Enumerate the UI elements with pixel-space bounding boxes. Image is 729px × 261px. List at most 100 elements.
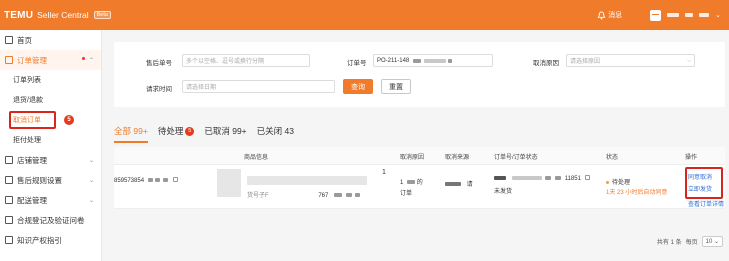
aftersale-id-cell: 859573854 (114, 177, 178, 184)
total-count: 共有 1 条 (656, 240, 682, 246)
request-time-datepicker[interactable]: 请选择日期 (182, 80, 335, 93)
app-name: Seller Central (37, 10, 89, 20)
brand-logo[interactable]: TEMU (4, 10, 33, 21)
redacted-text (555, 176, 562, 180)
ship-now-link[interactable]: 立即发货 (688, 184, 724, 193)
sidebar-item-ip-guide[interactable]: 知识产权指引 (0, 230, 101, 250)
product-thumbnail (217, 169, 241, 197)
sidebar-sub-returns[interactable]: 退货/退款 (0, 90, 101, 110)
order-number-cell: 11851 未发货 (494, 175, 590, 195)
sidebar-sub-chargeback[interactable]: 拒付处理 (0, 130, 101, 150)
sidebar-item-label: 知识产权指引 (17, 235, 62, 245)
redacted-text (334, 193, 343, 197)
copy-icon[interactable] (172, 177, 178, 182)
reason-text-line2: 订单 (400, 191, 413, 197)
chevron-down-icon: ⌵ (687, 57, 691, 64)
store-icon[interactable] (650, 9, 662, 21)
redacted-text (355, 193, 361, 197)
sidebar-item-label: 拒付处理 (13, 137, 41, 144)
top-bar: TEMU Seller Central Beta 消息 ⌄ (0, 0, 729, 30)
input-value: PO-211-148 (377, 57, 410, 64)
chevron-down-icon: ⌄ (88, 177, 94, 184)
sidebar-item-label: 售后规则设置 (17, 175, 62, 185)
column-header: 取消原因 (400, 155, 425, 161)
sidebar-item-label: 店铺管理 (17, 155, 47, 165)
notification-label: 消息 (608, 12, 623, 19)
redacted-text (494, 176, 506, 180)
ip-icon (5, 236, 13, 244)
tab-label: 全部 (114, 126, 132, 136)
sidebar-item-label: 首页 (17, 35, 32, 45)
order-id-input[interactable]: PO-211-148 (373, 54, 493, 67)
view-order-detail-link[interactable]: 查看订单详情 (688, 199, 724, 208)
product-id-label: 货号子F (247, 193, 269, 199)
sidebar: 首页 订单管理 ⌃ 订单列表 退货/退款 取消订单 5 拒付处理 店铺管理 ⌄ … (0, 30, 102, 261)
column-header: 状态 (606, 155, 619, 161)
home-icon (5, 36, 13, 44)
chevron-down-icon[interactable]: ⌄ (715, 11, 721, 19)
sidebar-item-compliance[interactable]: 合规登记及验证问卷 (0, 210, 101, 230)
order-number-suffix: 11851 (564, 176, 581, 182)
sidebar-item-label: 订单管理 (17, 55, 47, 65)
highlight-box (9, 111, 56, 129)
quantity: 1 (382, 169, 386, 176)
sidebar-sub-order-list[interactable]: 订单列表 (0, 70, 101, 90)
sidebar-item-aftersale-rules[interactable]: 售后规则设置 ⌄ (0, 170, 101, 190)
input-placeholder: 请选择日期 (186, 85, 217, 91)
tab-label: 已取消 (204, 126, 230, 136)
status-dot (606, 181, 609, 184)
aftersale-no-label: 售后单号 (146, 60, 172, 67)
main-content: 售后单号 多个以空格、逗号或换行分隔 订单号 PO-211-148 取消原因 请… (102, 30, 729, 261)
redacted-text (511, 176, 542, 180)
input-placeholder: 多个以空格、逗号或换行分隔 (186, 59, 265, 65)
tab-cancelled[interactable]: 已取消 99+ (204, 123, 246, 139)
tab-closed[interactable]: 已关闭 43 (257, 123, 294, 139)
page-size-value: 10 (705, 239, 713, 245)
sidebar-sub-cancel-orders[interactable]: 取消订单 5 (0, 110, 101, 130)
redacted-text (413, 58, 422, 63)
redacted-text (407, 180, 416, 184)
product-code: 767 (318, 193, 329, 199)
sidebar-item-order-management[interactable]: 订单管理 ⌃ (0, 50, 101, 70)
product-info-cell (217, 169, 241, 197)
reset-button[interactable]: 重置 (381, 79, 411, 94)
sidebar-item-home[interactable]: 首页 (0, 30, 101, 50)
redacted-text (163, 178, 169, 182)
reason-suffix: 的 (416, 180, 423, 186)
agree-cancel-link[interactable]: 同意取消 (688, 172, 724, 181)
operations-cell: 同意取消 立即发货 查看订单详情 (688, 172, 724, 208)
redacted-product-name (247, 176, 367, 185)
sidebar-item-label: 配送管理 (17, 195, 47, 205)
cancel-source-cell: 请 (445, 179, 473, 188)
redacted-text (448, 58, 453, 63)
chevron-down-icon: ⌄ (713, 239, 719, 245)
copy-icon[interactable] (584, 175, 590, 180)
search-button[interactable]: 查询 (343, 79, 373, 94)
count-badge: 5 (64, 115, 74, 125)
beta-badge: Beta (93, 11, 111, 19)
aftersale-icon (5, 176, 13, 184)
redacted-text (445, 182, 461, 186)
redacted-text (345, 193, 352, 197)
tab-pending[interactable]: 待处理 5 (158, 123, 195, 139)
product-details: 货号子F 767 (247, 176, 367, 199)
cancel-reason-select[interactable]: 请选择原因 ⌵ (566, 54, 695, 67)
aftersale-no-input[interactable]: 多个以空格、逗号或换行分隔 (182, 54, 310, 67)
count-badge: 5 (185, 126, 195, 136)
sidebar-item-delivery[interactable]: 配送管理 ⌄ (0, 190, 101, 210)
notification-button[interactable]: 消息 (597, 10, 622, 20)
filter-panel: 售后单号 多个以空格、逗号或换行分隔 订单号 PO-211-148 取消原因 请… (114, 42, 725, 107)
chevron-down-icon: ⌄ (88, 197, 94, 204)
column-header: 商品信息 (244, 155, 269, 161)
chevron-down-icon: ⌄ (88, 157, 94, 164)
sidebar-item-store[interactable]: 店铺管理 ⌄ (0, 150, 101, 170)
product-meta: 货号子F 767 (247, 190, 367, 199)
redacted-text (147, 178, 153, 182)
page-size-select[interactable]: 10 ⌄ (701, 236, 723, 247)
tab-all[interactable]: 全部 99+ (114, 123, 148, 143)
source-suffix: 请 (466, 182, 473, 188)
tab-count: 99+ (232, 126, 247, 136)
table-row: 859573854 货号子F 767 1 1 的 订单 请 11851 未发货 … (114, 165, 725, 209)
status-tabs: 全部 99+ 待处理 5 已取消 99+ 已关闭 43 (114, 123, 294, 143)
cancel-reason-label: 取消原因 (533, 60, 559, 67)
